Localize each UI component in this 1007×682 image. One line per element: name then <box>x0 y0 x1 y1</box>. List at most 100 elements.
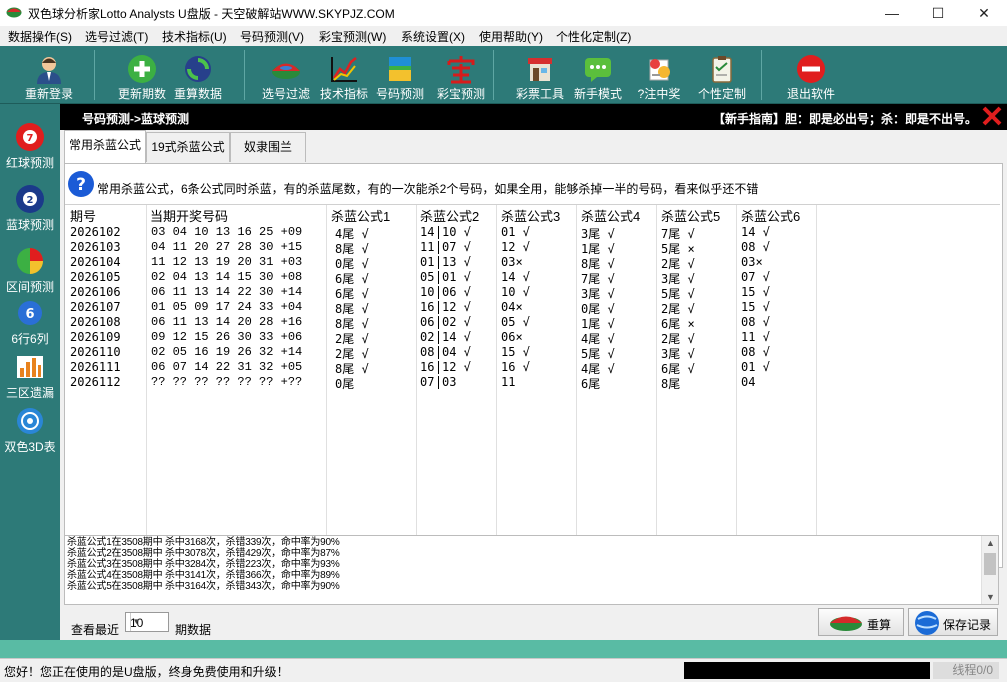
cell-period: 2026109 <box>70 330 121 344</box>
prize-icon <box>649 59 670 81</box>
menu-number-predict[interactable]: 号码预测(V) <box>240 28 304 45</box>
winning-bets-button[interactable]: ?注中奖 <box>631 46 687 104</box>
header-formula-2: 杀蓝公式2 <box>420 209 480 224</box>
status-progress-area <box>684 662 930 679</box>
cell-formula-2a: 01 <box>420 255 435 269</box>
cell-period: 2026103 <box>70 240 121 254</box>
sidebar-item-3d-table[interactable]: 双色3D表 <box>0 396 60 460</box>
breadcrumb: 号码预测->蓝球预测 <box>82 112 190 126</box>
lottery-tools-button[interactable]: 彩票工具 <box>510 46 570 104</box>
table-row[interactable]: 2026107 01 05 09 17 24 33 +04 8尾 √ 16 12 √ 04… <box>65 300 1000 316</box>
menu-data-ops[interactable]: 数据操作(S) <box>8 28 72 45</box>
recalc-data-button[interactable]: 重算数据 <box>170 46 226 104</box>
menu-filter[interactable]: 选号过滤(T) <box>85 28 148 45</box>
cell-formula-2b: 10 √ <box>442 225 471 239</box>
table-row[interactable]: 2026106 06 11 13 14 22 30 +14 6尾 √ 10 06 √ 10… <box>65 285 1000 301</box>
recalc-button[interactable]: 重算 <box>818 608 904 636</box>
cell-formula-3: 03× <box>501 255 523 269</box>
recalc-icon <box>830 616 862 631</box>
cell-formula-6: 15 √ <box>741 285 770 299</box>
minimize-button[interactable]: — <box>869 0 915 26</box>
header-formula-6: 杀蓝公式6 <box>741 209 801 224</box>
stats-box: 杀蓝公式1在3508期中 杀中3168次，杀错339次，命中率为90% 杀蓝公式… <box>64 535 999 605</box>
toolbar-separator <box>244 50 245 100</box>
close-panel-icon[interactable] <box>981 105 1003 127</box>
filter-icon <box>272 63 300 79</box>
menu-indicators[interactable]: 技术指标(U) <box>162 28 227 45</box>
cell-formula-2a: 08 <box>420 345 435 359</box>
sidebar-item-blue-ball[interactable]: 2 蓝球预测 <box>0 174 60 238</box>
exit-button[interactable]: 退出软件 <box>783 46 839 104</box>
cell-divider <box>438 286 439 299</box>
toolbar-separator <box>94 50 95 100</box>
cell-formula-2b: 04 √ <box>442 345 471 359</box>
tab-slave-blue[interactable]: 奴隶围兰 <box>230 132 306 162</box>
pie-chart-icon <box>17 248 43 274</box>
cell-divider <box>438 241 439 254</box>
chevron-down-icon[interactable]: ▼ <box>130 613 142 631</box>
customize-button[interactable]: 个性定制 <box>692 46 752 104</box>
cell-formula-3: 05 √ <box>501 315 530 329</box>
chart-line-icon <box>331 57 357 82</box>
stats-line: 杀蓝公式5在3508期中 杀中3164次，杀错343次，命中率为90% <box>67 581 340 592</box>
menu-bar: 数据操作(S) 选号过滤(T) 技术指标(U) 号码预测(V) 彩宝预测(W) … <box>0 26 1007 46</box>
cell-divider <box>438 361 439 374</box>
scroll-down-icon[interactable]: ▼ <box>986 592 995 602</box>
scroll-thumb[interactable] <box>984 553 996 575</box>
table-row[interactable]: 2026102 03 04 10 13 16 25 +09 4尾 √ 14 10 √ 01… <box>65 225 1000 241</box>
tab-common-formulas[interactable]: 常用杀蓝公式 <box>64 130 146 163</box>
svg-text:2: 2 <box>27 195 34 206</box>
cell-draw-numbers: 09 12 15 26 30 33 +06 <box>151 330 303 344</box>
bottom-controls: 查看最近 10 ▼ 期数据 重算 保存记录 <box>64 608 1003 638</box>
table-row[interactable]: 2026112 ?? ?? ?? ?? ?? ?? +?? 0尾 07 03 11 6尾 8尾… <box>65 375 1000 391</box>
title-bar: 双色球分析家Lotto Analysts U盘版 - 天空破解站WWW.SKYP… <box>0 0 1007 26</box>
menu-caibao[interactable]: 彩宝预测(W) <box>319 28 386 45</box>
refresh-icon <box>185 56 211 82</box>
toolbar-separator <box>493 50 494 100</box>
cell-period: 2026102 <box>70 225 121 239</box>
cell-formula-4: 6尾 <box>581 377 601 391</box>
menu-help[interactable]: 使用帮助(Y) <box>479 28 543 45</box>
cell-formula-3: 16 √ <box>501 360 530 374</box>
table-row[interactable]: 2026111 06 07 14 22 31 32 +05 8尾 √ 16 12 √ 16… <box>65 360 1000 376</box>
cell-formula-1: 0尾 <box>335 377 355 391</box>
cell-divider <box>438 331 439 344</box>
cell-divider <box>438 271 439 284</box>
table-row[interactable]: 2026105 02 04 13 14 15 30 +08 6尾 √ 05 01 √ 14… <box>65 270 1000 286</box>
number-predict-button[interactable]: 号码预测 <box>372 46 428 104</box>
close-button[interactable]: ✕ <box>961 0 1007 26</box>
table-row[interactable]: 2026110 02 05 16 19 26 32 +14 2尾 √ 08 04 √ 15… <box>65 345 1000 361</box>
table-row[interactable]: 2026103 04 11 20 27 28 30 +15 8尾 √ 11 07 √ 12… <box>65 240 1000 256</box>
number-filter-button[interactable]: 选号过滤 <box>258 46 314 104</box>
table-row[interactable]: 2026109 09 12 15 26 30 33 +06 2尾 √ 02 14 √ 06… <box>65 330 1000 346</box>
tab-19-formulas[interactable]: 19式杀蓝公式 <box>146 132 230 162</box>
thread-status: 线程0/0 <box>933 662 999 679</box>
menu-settings[interactable]: 系统设置(X) <box>401 28 465 45</box>
period-count-select[interactable]: 10 ▼ <box>125 612 169 632</box>
cell-draw-numbers: 06 11 13 14 22 30 +14 <box>151 285 303 299</box>
cell-formula-5: 8尾 <box>661 377 681 391</box>
tech-indicator-button[interactable]: 技术指标 <box>316 46 372 104</box>
relogin-button[interactable]: 重新登录 <box>17 46 81 104</box>
menu-customize[interactable]: 个性化定制(Z) <box>556 28 631 45</box>
update-periods-button[interactable]: 更新期数 <box>112 46 172 104</box>
save-record-button[interactable]: 保存记录 <box>908 608 998 636</box>
maximize-button[interactable]: ☐ <box>915 0 961 26</box>
cell-formula-2b: 02 √ <box>442 315 471 329</box>
cell-period: 2026105 <box>70 270 121 284</box>
caibao-predict-button[interactable]: 彩宝预测 <box>433 46 489 104</box>
novice-mode-button[interactable]: 新手模式 <box>570 46 626 104</box>
cell-formula-2a: 07 <box>420 375 435 389</box>
scroll-up-icon[interactable]: ▲ <box>986 538 995 548</box>
table-row[interactable]: 2026104 11 12 13 19 20 31 +03 0尾 √ 01 13 √ 03… <box>65 255 1000 271</box>
cell-period: 2026106 <box>70 285 121 299</box>
stats-scrollbar[interactable]: ▲ ▼ <box>981 536 998 604</box>
cell-divider <box>438 256 439 269</box>
cell-divider <box>438 301 439 314</box>
globe-icon <box>17 408 43 434</box>
cell-draw-numbers: 02 05 16 19 26 32 +14 <box>151 345 303 359</box>
globe-icon <box>915 611 939 635</box>
sidebar-item-red-ball[interactable]: 7 红球预测 <box>0 112 60 176</box>
table-row[interactable]: 2026108 06 11 13 14 20 28 +16 8尾 √ 06 02 √ 05… <box>65 315 1000 331</box>
divider-strip <box>0 640 1007 658</box>
